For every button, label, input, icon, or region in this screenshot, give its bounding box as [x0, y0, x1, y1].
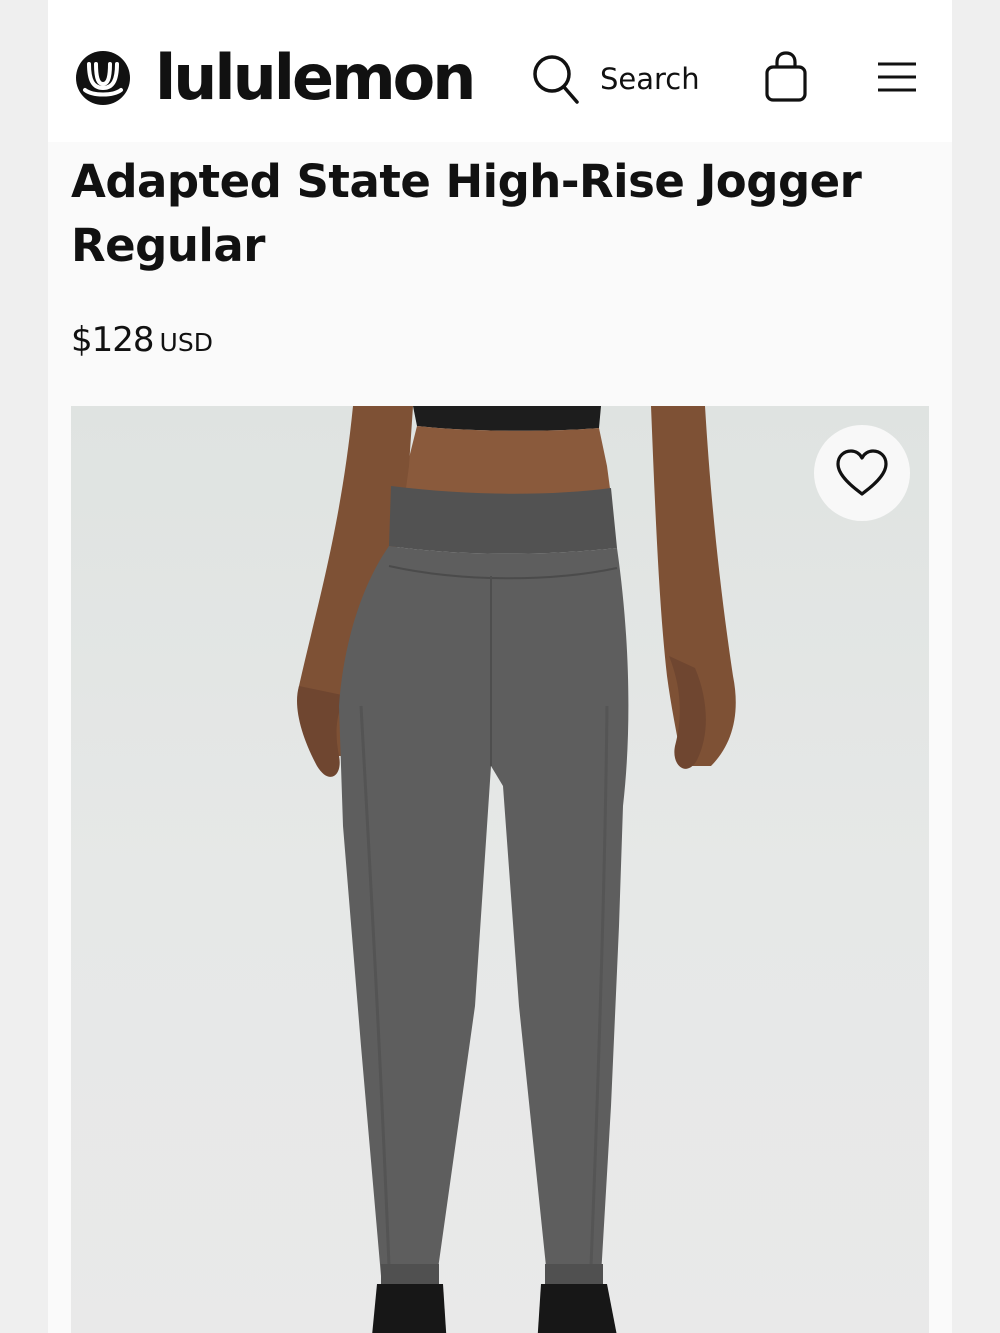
price-currency: USD [159, 328, 213, 357]
hamburger-menu-icon[interactable] [876, 58, 918, 96]
search-button[interactable]: Search [532, 52, 700, 106]
product-price: $128 USD [71, 320, 213, 360]
heart-outline-icon [836, 449, 888, 496]
product-title: Adapted State High-Rise Jogger Regular [71, 155, 862, 272]
product-photo-illustration [297, 406, 736, 1333]
search-icon [533, 55, 579, 104]
shopping-bag-icon[interactable] [764, 51, 808, 103]
site-header: lululemon Search [48, 0, 952, 142]
product-image[interactable] [71, 406, 929, 1333]
brand-wordmark[interactable]: lululemon [155, 40, 476, 116]
lululemon-logo-icon[interactable] [75, 50, 131, 106]
product-page: lululemon Search Adapted State High-Rise… [48, 0, 952, 1333]
price-amount: $128 [71, 320, 155, 360]
wishlist-button[interactable] [814, 425, 910, 521]
search-label: Search [600, 62, 700, 96]
